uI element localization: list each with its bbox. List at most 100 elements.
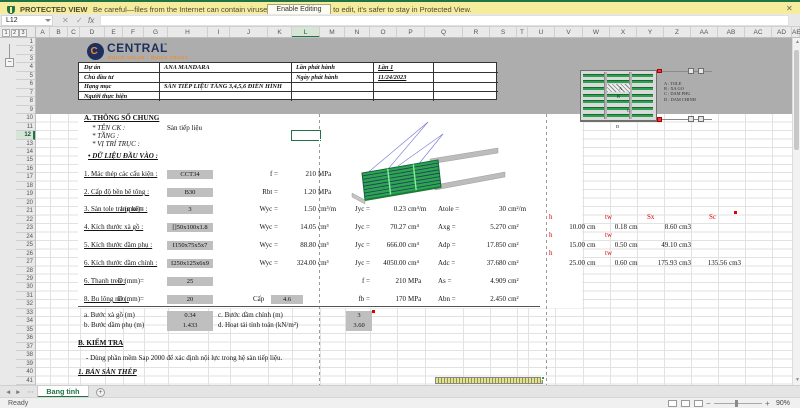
column-header-AD[interactable]: AD [772,27,792,38]
input-row-7-value[interactable]: 25 [167,277,213,286]
row-header-28[interactable]: 28 [16,267,35,275]
row-header-3[interactable]: 3 [16,55,35,63]
row-header-4[interactable]: 4 [16,63,35,71]
column-header-G[interactable]: G [144,27,168,38]
row-header-18[interactable]: 18 [16,182,35,190]
column-header-A[interactable]: A [36,27,50,38]
row-header-11[interactable]: 11 [16,123,35,131]
row-header-36[interactable]: 36 [16,334,35,342]
column-header-B[interactable]: B [50,27,68,38]
row-header-40[interactable]: 40 [16,368,35,376]
param-a-value[interactable]: 0.34 [167,311,213,321]
row-header-41[interactable]: 41 [16,377,35,385]
zoom-level[interactable]: 90% [776,399,790,408]
enter-icon[interactable]: ✓ [76,15,83,26]
column-header-W[interactable]: W [583,27,610,38]
page-break-view-button[interactable] [694,400,703,407]
row-header-8[interactable]: 8 [16,97,35,105]
input-row-6-value[interactable]: I250x125x6x9 [167,259,213,268]
input-row-8-cap_value[interactable]: 4.6 [271,295,303,304]
column-header-S[interactable]: S [490,27,517,38]
row-header-20[interactable]: 20 [16,199,35,207]
row-header-34[interactable]: 34 [16,317,35,325]
column-header-F[interactable]: F [123,27,144,38]
row-header-2[interactable]: 2 [16,46,35,54]
column-header-O[interactable]: O [370,27,397,38]
column-header-AB[interactable]: AB [718,27,745,38]
param-d-value[interactable]: 3.60 [346,321,372,331]
row-header-19[interactable]: 19 [16,190,35,198]
row-header-39[interactable]: 39 [16,360,35,368]
add-sheet-button[interactable]: + [96,388,105,397]
column-header-I[interactable]: I [208,27,230,38]
row-header-12[interactable]: 12 [16,131,35,139]
input-row-4-value[interactable]: []50x100x1.8 [167,223,213,232]
column-header-Q[interactable]: Q [425,27,463,38]
row-header-25[interactable]: 25 [16,241,35,249]
sheet-grid[interactable]: CENTRAL ™ BUILD VALUE - BUILD TRUST Dự á… [36,38,792,385]
input-row-3-value[interactable]: 3 [167,205,213,214]
fx-icon[interactable]: fx [88,15,94,26]
column-header-U[interactable]: U [528,27,555,38]
column-header-D[interactable]: D [80,27,105,38]
zoom-slider-track[interactable] [714,403,762,404]
row-header-26[interactable]: 26 [16,250,35,258]
input-row-8-value[interactable]: 20 [167,295,213,304]
row-header-6[interactable]: 6 [16,80,35,88]
column-header-X[interactable]: X [610,27,637,38]
outline-level-3-button[interactable]: 3 [19,29,27,37]
column-header-C[interactable]: C [68,27,80,38]
row-header-13[interactable]: 13 [16,140,35,148]
row-header-9[interactable]: 9 [16,106,35,114]
column-header-K[interactable]: K [268,27,292,38]
tab-nav-right-icon[interactable]: ► [15,388,21,397]
row-header-10[interactable]: 10 [16,114,35,122]
page-layout-view-button[interactable] [681,400,690,407]
column-header-H[interactable]: H [168,27,208,38]
scroll-down-icon[interactable]: ▼ [795,377,800,383]
column-header-Y[interactable]: Y [637,27,664,38]
row-header-21[interactable]: 21 [16,207,35,215]
row-header-38[interactable]: 38 [16,351,35,359]
column-header-J[interactable]: J [230,27,268,38]
row-header-14[interactable]: 14 [16,148,35,156]
column-header-R[interactable]: R [463,27,490,38]
cancel-icon[interactable]: ✕ [62,15,69,26]
row-header-5[interactable]: 5 [16,72,35,80]
column-header-L[interactable]: L [292,27,320,38]
row-header-17[interactable]: 17 [16,173,35,181]
row-header-30[interactable]: 30 [16,283,35,291]
tab-nav-left-icon[interactable]: ◄ [5,388,11,397]
tab-ellipsis[interactable]: ⋯ [27,388,34,397]
input-row-2-value[interactable]: B30 [167,188,213,197]
row-header-7[interactable]: 7 [16,89,35,97]
row-header-24[interactable]: 24 [16,233,35,241]
close-icon[interactable]: ✕ [786,4,793,14]
zoom-in-icon[interactable]: + [765,399,770,408]
row-header-16[interactable]: 16 [16,165,35,173]
outline-level-1-button[interactable]: 1 [2,29,10,37]
column-header-E[interactable]: E [105,27,123,38]
column-header-AC[interactable]: AC [745,27,772,38]
zoom-out-icon[interactable]: − [706,399,711,408]
vertical-scroll-thumb[interactable] [794,50,799,150]
row-header-22[interactable]: 22 [16,216,35,224]
fill-handle[interactable] [319,139,322,142]
column-header-P[interactable]: P [397,27,425,38]
row-header-23[interactable]: 23 [16,224,35,232]
row-header-33[interactable]: 33 [16,309,35,317]
scroll-up-icon[interactable]: ▲ [795,39,800,45]
chevron-down-icon[interactable] [45,19,51,22]
column-header-T[interactable]: T [517,27,528,38]
row-header-15[interactable]: 15 [16,156,35,164]
row-header-1[interactable]: 1 [16,38,35,46]
input-row-5-value[interactable]: I150x75x5x7 [167,241,213,250]
zoom-slider-thumb[interactable] [735,400,738,407]
normal-view-button[interactable] [668,400,677,407]
column-header-AE[interactable]: AE [792,27,800,38]
row-header-35[interactable]: 35 [16,326,35,334]
param-b-value[interactable]: 1.433 [167,321,213,331]
param-c-value[interactable]: 3 [346,311,372,321]
enable-editing-button[interactable]: Enable Editing [267,4,331,15]
column-header-Z[interactable]: Z [664,27,691,38]
